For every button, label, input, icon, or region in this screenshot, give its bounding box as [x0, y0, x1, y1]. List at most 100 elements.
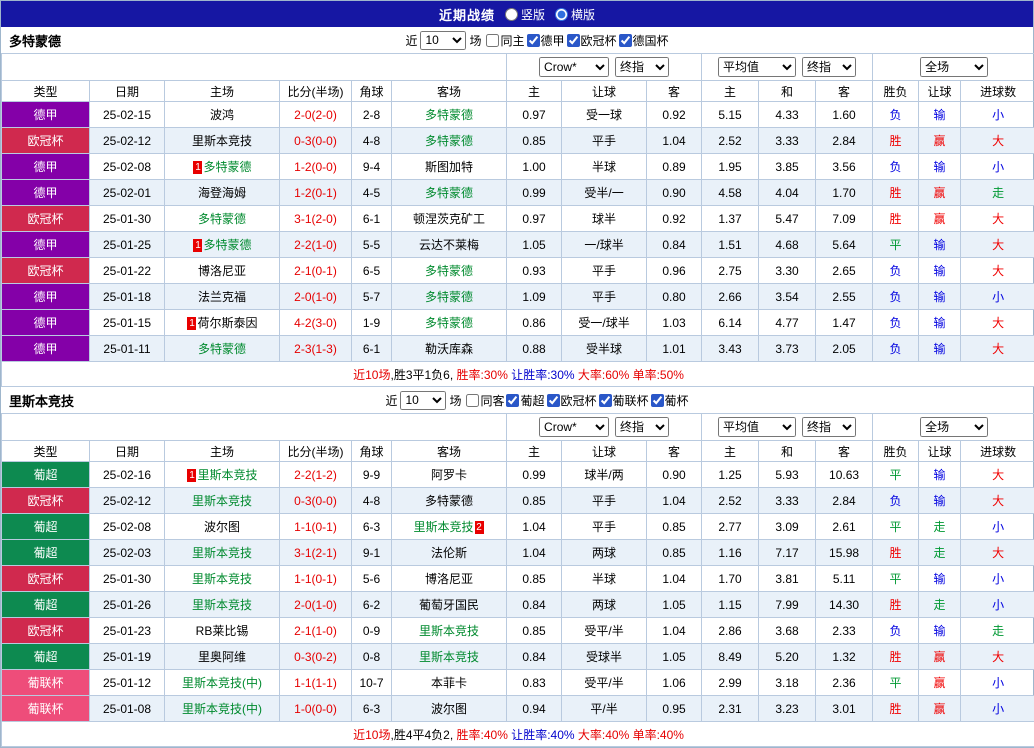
away-team-cell: 多特蒙德 [392, 258, 507, 284]
filter-checkbox[interactable]: 欧冠杯 [547, 392, 597, 409]
near-label: 近 [405, 32, 417, 49]
scope-select[interactable]: 全场 [920, 57, 988, 77]
result-handicap-cell: 输 [919, 102, 961, 128]
result-handicap-cell: 走 [919, 514, 961, 540]
ah-final-odds-select[interactable]: 终指 [615, 57, 669, 77]
result-handicap-cell: 输 [919, 566, 961, 592]
away-team-name: 云达不莱梅 [419, 238, 479, 252]
filter-checkbox-input[interactable] [506, 394, 519, 407]
summary-row: 近10场,胜3平1负6, 胜率:30% 让胜率:30% 大率:60% 单率:50… [2, 362, 1034, 387]
filter-checkbox-input[interactable] [527, 34, 540, 47]
eu-away-odds-cell: 15.98 [816, 540, 873, 566]
col-ah-home: 主 [507, 441, 562, 462]
filter-checkbox[interactable]: 同客 [466, 392, 504, 409]
vertical-layout-radio[interactable] [505, 8, 518, 21]
eu-away-odds-cell: 2.61 [816, 514, 873, 540]
scope-select[interactable]: 全场 [920, 417, 988, 437]
ah-away-odds-cell: 1.01 [647, 336, 702, 362]
league-type-cell: 德甲 [2, 180, 90, 206]
corners-cell: 6-1 [352, 206, 392, 232]
layout-option-horizontal[interactable]: 横版 [555, 6, 595, 23]
col-away: 客场 [392, 81, 507, 102]
match-row: 德甲25-01-151荷尔斯泰因4-2(3-0)1-9多特蒙德0.86受一/球半… [2, 310, 1034, 336]
col-ah-away: 客 [647, 441, 702, 462]
ah-home-odds-cell: 0.88 [507, 336, 562, 362]
away-team-name: 本菲卡 [431, 676, 467, 690]
result-handicap-cell: 输 [919, 310, 961, 336]
away-team-cell: 里斯本竞技2 [392, 514, 507, 540]
eu-away-odds-cell: 10.63 [816, 462, 873, 488]
date-cell: 25-01-08 [90, 696, 165, 722]
away-team-cell: 斯图加特 [392, 154, 507, 180]
col-score: 比分(半场) [280, 81, 352, 102]
filter-checkbox[interactable]: 葡联杯 [599, 392, 649, 409]
filter-checkbox-input[interactable] [619, 34, 632, 47]
result-handicap-cell: 输 [919, 618, 961, 644]
filter-checkbox-input[interactable] [547, 394, 560, 407]
corners-cell: 0-8 [352, 644, 392, 670]
away-team-cell: 多特蒙德 [392, 310, 507, 336]
ah-home-odds-cell: 0.93 [507, 258, 562, 284]
horizontal-layout-radio[interactable] [555, 8, 568, 21]
eu-average-select[interactable]: 平均值 [718, 417, 796, 437]
date-cell: 25-02-12 [90, 128, 165, 154]
filter-checkbox-input[interactable] [599, 394, 612, 407]
eu-final-odds-select[interactable]: 终指 [802, 417, 856, 437]
eu-final-odds-select[interactable]: 终指 [802, 57, 856, 77]
eu-draw-odds-cell: 5.93 [759, 462, 816, 488]
eu-away-odds-cell: 1.60 [816, 102, 873, 128]
ah-line-cell: 平手 [562, 128, 647, 154]
score-cell: 2-0(1-0) [280, 284, 352, 310]
ah-line-cell: 半球 [562, 566, 647, 592]
filter-checkbox[interactable]: 德国杯 [619, 32, 669, 49]
result-outcome-cell: 负 [873, 284, 919, 310]
col-type: 类型 [2, 81, 90, 102]
match-count-select[interactable]: 10 [420, 31, 466, 50]
result-handicap-cell: 赢 [919, 644, 961, 670]
date-cell: 25-01-15 [90, 310, 165, 336]
filter-checkbox-input[interactable] [486, 34, 499, 47]
ah-away-odds-cell: 1.06 [647, 670, 702, 696]
near-label: 近 [385, 392, 397, 409]
ah-home-odds-cell: 0.85 [507, 566, 562, 592]
ah-line-cell: 平手 [562, 488, 647, 514]
unit-label: 场 [469, 32, 481, 49]
result-outcome-cell: 负 [873, 488, 919, 514]
summary-row: 近10场,胜4平4负2, 胜率:40% 让胜率:40% 大率:40% 单率:40… [2, 722, 1034, 747]
filter-checkbox-input[interactable] [567, 34, 580, 47]
filter-checkbox[interactable]: 德甲 [527, 32, 565, 49]
ah-final-odds-select[interactable]: 终指 [615, 417, 669, 437]
col-result-goals: 进球数 [961, 81, 1034, 102]
filter-checkbox-input[interactable] [466, 394, 479, 407]
result-goals-cell: 大 [961, 232, 1034, 258]
match-rows-body: 葡超25-02-161里斯本竞技2-2(1-2)9-9阿罗卡0.99球半/两0.… [2, 462, 1034, 722]
match-row: 欧冠杯25-02-12里斯本竞技0-3(0-0)4-8多特蒙德0.85平手1.0… [2, 488, 1034, 514]
ah-home-odds-cell: 0.97 [507, 102, 562, 128]
bookmaker-select[interactable]: Crow* [539, 57, 609, 77]
layout-option-vertical[interactable]: 竖版 [505, 6, 545, 23]
filter-checkbox[interactable]: 葡超 [506, 392, 544, 409]
match-row: 葡超25-01-26里斯本竞技2-0(1-0)6-2葡萄牙国民0.84两球1.0… [2, 592, 1034, 618]
filter-checkbox[interactable]: 欧冠杯 [567, 32, 617, 49]
eu-average-select[interactable]: 平均值 [718, 57, 796, 77]
filter-checkbox-input[interactable] [651, 394, 664, 407]
eu-home-odds-cell: 2.75 [702, 258, 759, 284]
home-team-cell: 1荷尔斯泰因 [165, 310, 280, 336]
away-team-name: 多特蒙德 [425, 264, 473, 278]
home-team-name: 里斯本竞技 [192, 134, 252, 148]
home-team-cell: 多特蒙德 [165, 206, 280, 232]
home-team-cell: 里斯本竞技 [165, 592, 280, 618]
home-team-name: 波鸿 [210, 108, 234, 122]
eu-draw-odds-cell: 3.81 [759, 566, 816, 592]
ah-line-cell: 平/半 [562, 696, 647, 722]
odds-selects-row: Crow*终指 平均值终指 全场 [2, 414, 1034, 441]
bookmaker-select[interactable]: Crow* [539, 417, 609, 437]
ah-line-cell: 平手 [562, 284, 647, 310]
away-team-name: 勒沃库森 [425, 342, 473, 356]
match-count-select[interactable]: 10 [400, 391, 446, 410]
filter-checkbox[interactable]: 葡杯 [651, 392, 689, 409]
result-outcome-cell: 平 [873, 566, 919, 592]
ah-line-cell: 受一球 [562, 102, 647, 128]
filter-checkbox[interactable]: 同主 [486, 32, 524, 49]
league-type-cell: 欧冠杯 [2, 128, 90, 154]
